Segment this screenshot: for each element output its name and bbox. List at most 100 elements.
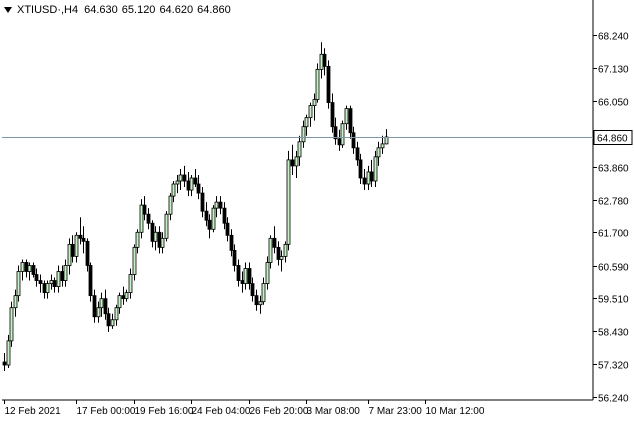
candle-body <box>207 219 212 230</box>
candle-body <box>60 271 65 281</box>
candle-body <box>153 231 158 242</box>
x-tick-label: 19 Feb 16:00 <box>135 406 194 417</box>
candle-body <box>124 292 129 300</box>
y-tick-label: 59.510 <box>598 295 629 306</box>
candle-body <box>358 159 363 179</box>
candle-body <box>96 307 101 318</box>
chart: XTIUSD·,H4 64.630 65.120 64.620 64.860 6… <box>0 0 634 421</box>
candle-body <box>117 295 122 309</box>
candle-body <box>283 243 288 257</box>
candle-body <box>258 301 263 306</box>
candle-body <box>70 243 75 257</box>
candle-body <box>189 177 194 191</box>
candle-body <box>366 171 371 185</box>
current-price-label: 64.860 <box>597 134 628 145</box>
candle-body <box>175 180 180 185</box>
candle-body <box>132 246 137 275</box>
candle-body <box>319 53 324 70</box>
candle-body <box>340 123 345 146</box>
x-tick-label: 10 Mar 12:00 <box>426 406 485 417</box>
candle-body <box>351 132 356 149</box>
candle-body <box>78 234 83 239</box>
candle-body <box>38 280 43 284</box>
candle-body <box>236 265 241 281</box>
candle-body <box>268 237 273 263</box>
candle-body <box>2 361 7 366</box>
candle-body <box>297 141 302 158</box>
candle-body <box>211 207 216 230</box>
candle-body <box>135 231 140 248</box>
candle-body <box>344 108 349 125</box>
candle-body <box>254 295 259 306</box>
x-tick-label: 12 Feb 2021 <box>5 406 62 417</box>
candle-body <box>294 156 299 167</box>
candle-body <box>247 268 252 284</box>
candle-body <box>229 234 234 251</box>
candle-body <box>42 283 47 294</box>
y-tick-label: 57.320 <box>598 361 629 372</box>
candle-body <box>49 280 54 284</box>
candle-body <box>330 102 335 128</box>
candle-body <box>157 231 162 248</box>
candle-body <box>103 298 108 315</box>
candle-body <box>355 147 360 161</box>
candle-body <box>92 295 97 318</box>
candle-body <box>290 159 295 167</box>
y-tick-label: 63.860 <box>598 164 629 175</box>
candle-body <box>286 159 291 245</box>
x-tick-label: 7 Mar 23:00 <box>369 406 423 417</box>
candle-body <box>121 295 126 300</box>
candle-body <box>333 126 338 140</box>
y-tick-label: 58.430 <box>598 328 629 339</box>
candle-body <box>369 171 374 182</box>
candle-body <box>265 262 270 284</box>
candle-body <box>9 307 14 342</box>
candle-body <box>204 210 209 221</box>
candle-body <box>243 268 248 284</box>
candle-body <box>63 265 68 281</box>
candle-body <box>218 201 223 209</box>
candle-body <box>225 222 230 236</box>
candle-body <box>315 68 320 100</box>
candle-body <box>67 243 72 266</box>
y-tick-label: 66.050 <box>598 98 629 109</box>
x-tick-label: 24 Feb 04:00 <box>192 406 251 417</box>
candle-body <box>308 105 313 119</box>
candle-body <box>200 192 205 212</box>
candle-body <box>114 307 119 321</box>
y-tick-label: 67.130 <box>598 65 629 76</box>
candle-body <box>384 136 389 145</box>
candle-body <box>193 177 198 185</box>
candle-body <box>168 195 173 215</box>
x-tick-label: 3 Mar 08:00 <box>307 406 361 417</box>
candle-body <box>106 313 111 327</box>
candle-body <box>16 271 21 297</box>
candle-body <box>240 280 245 284</box>
candle-body <box>261 283 266 303</box>
candle-body <box>20 262 25 272</box>
candle-body <box>182 174 187 182</box>
candle-body <box>99 298 104 309</box>
candle-body <box>13 295 18 309</box>
candle-body <box>110 319 115 327</box>
candle-body <box>196 183 201 194</box>
y-tick-label: 56.240 <box>598 394 629 405</box>
candle-body <box>232 249 237 266</box>
candle-body <box>128 274 133 294</box>
candle-body <box>31 265 36 275</box>
candle-body <box>171 183 176 197</box>
candle-body <box>380 143 385 149</box>
candle-body <box>85 240 90 266</box>
candle-body <box>150 222 155 242</box>
y-tick-label: 68.240 <box>598 32 629 43</box>
candle-body <box>279 256 284 260</box>
candle-body <box>178 174 183 182</box>
candle-body <box>304 117 309 128</box>
y-tick-label: 62.780 <box>598 197 629 208</box>
candle-body <box>272 237 277 248</box>
candle-body <box>34 274 39 281</box>
chart-canvas[interactable]: 68.240 67.130 66.050 63.860 62.780 61.700 60.5… <box>0 0 634 421</box>
candle-body <box>348 108 353 134</box>
candle-body <box>276 246 281 260</box>
candle-body <box>6 340 11 366</box>
